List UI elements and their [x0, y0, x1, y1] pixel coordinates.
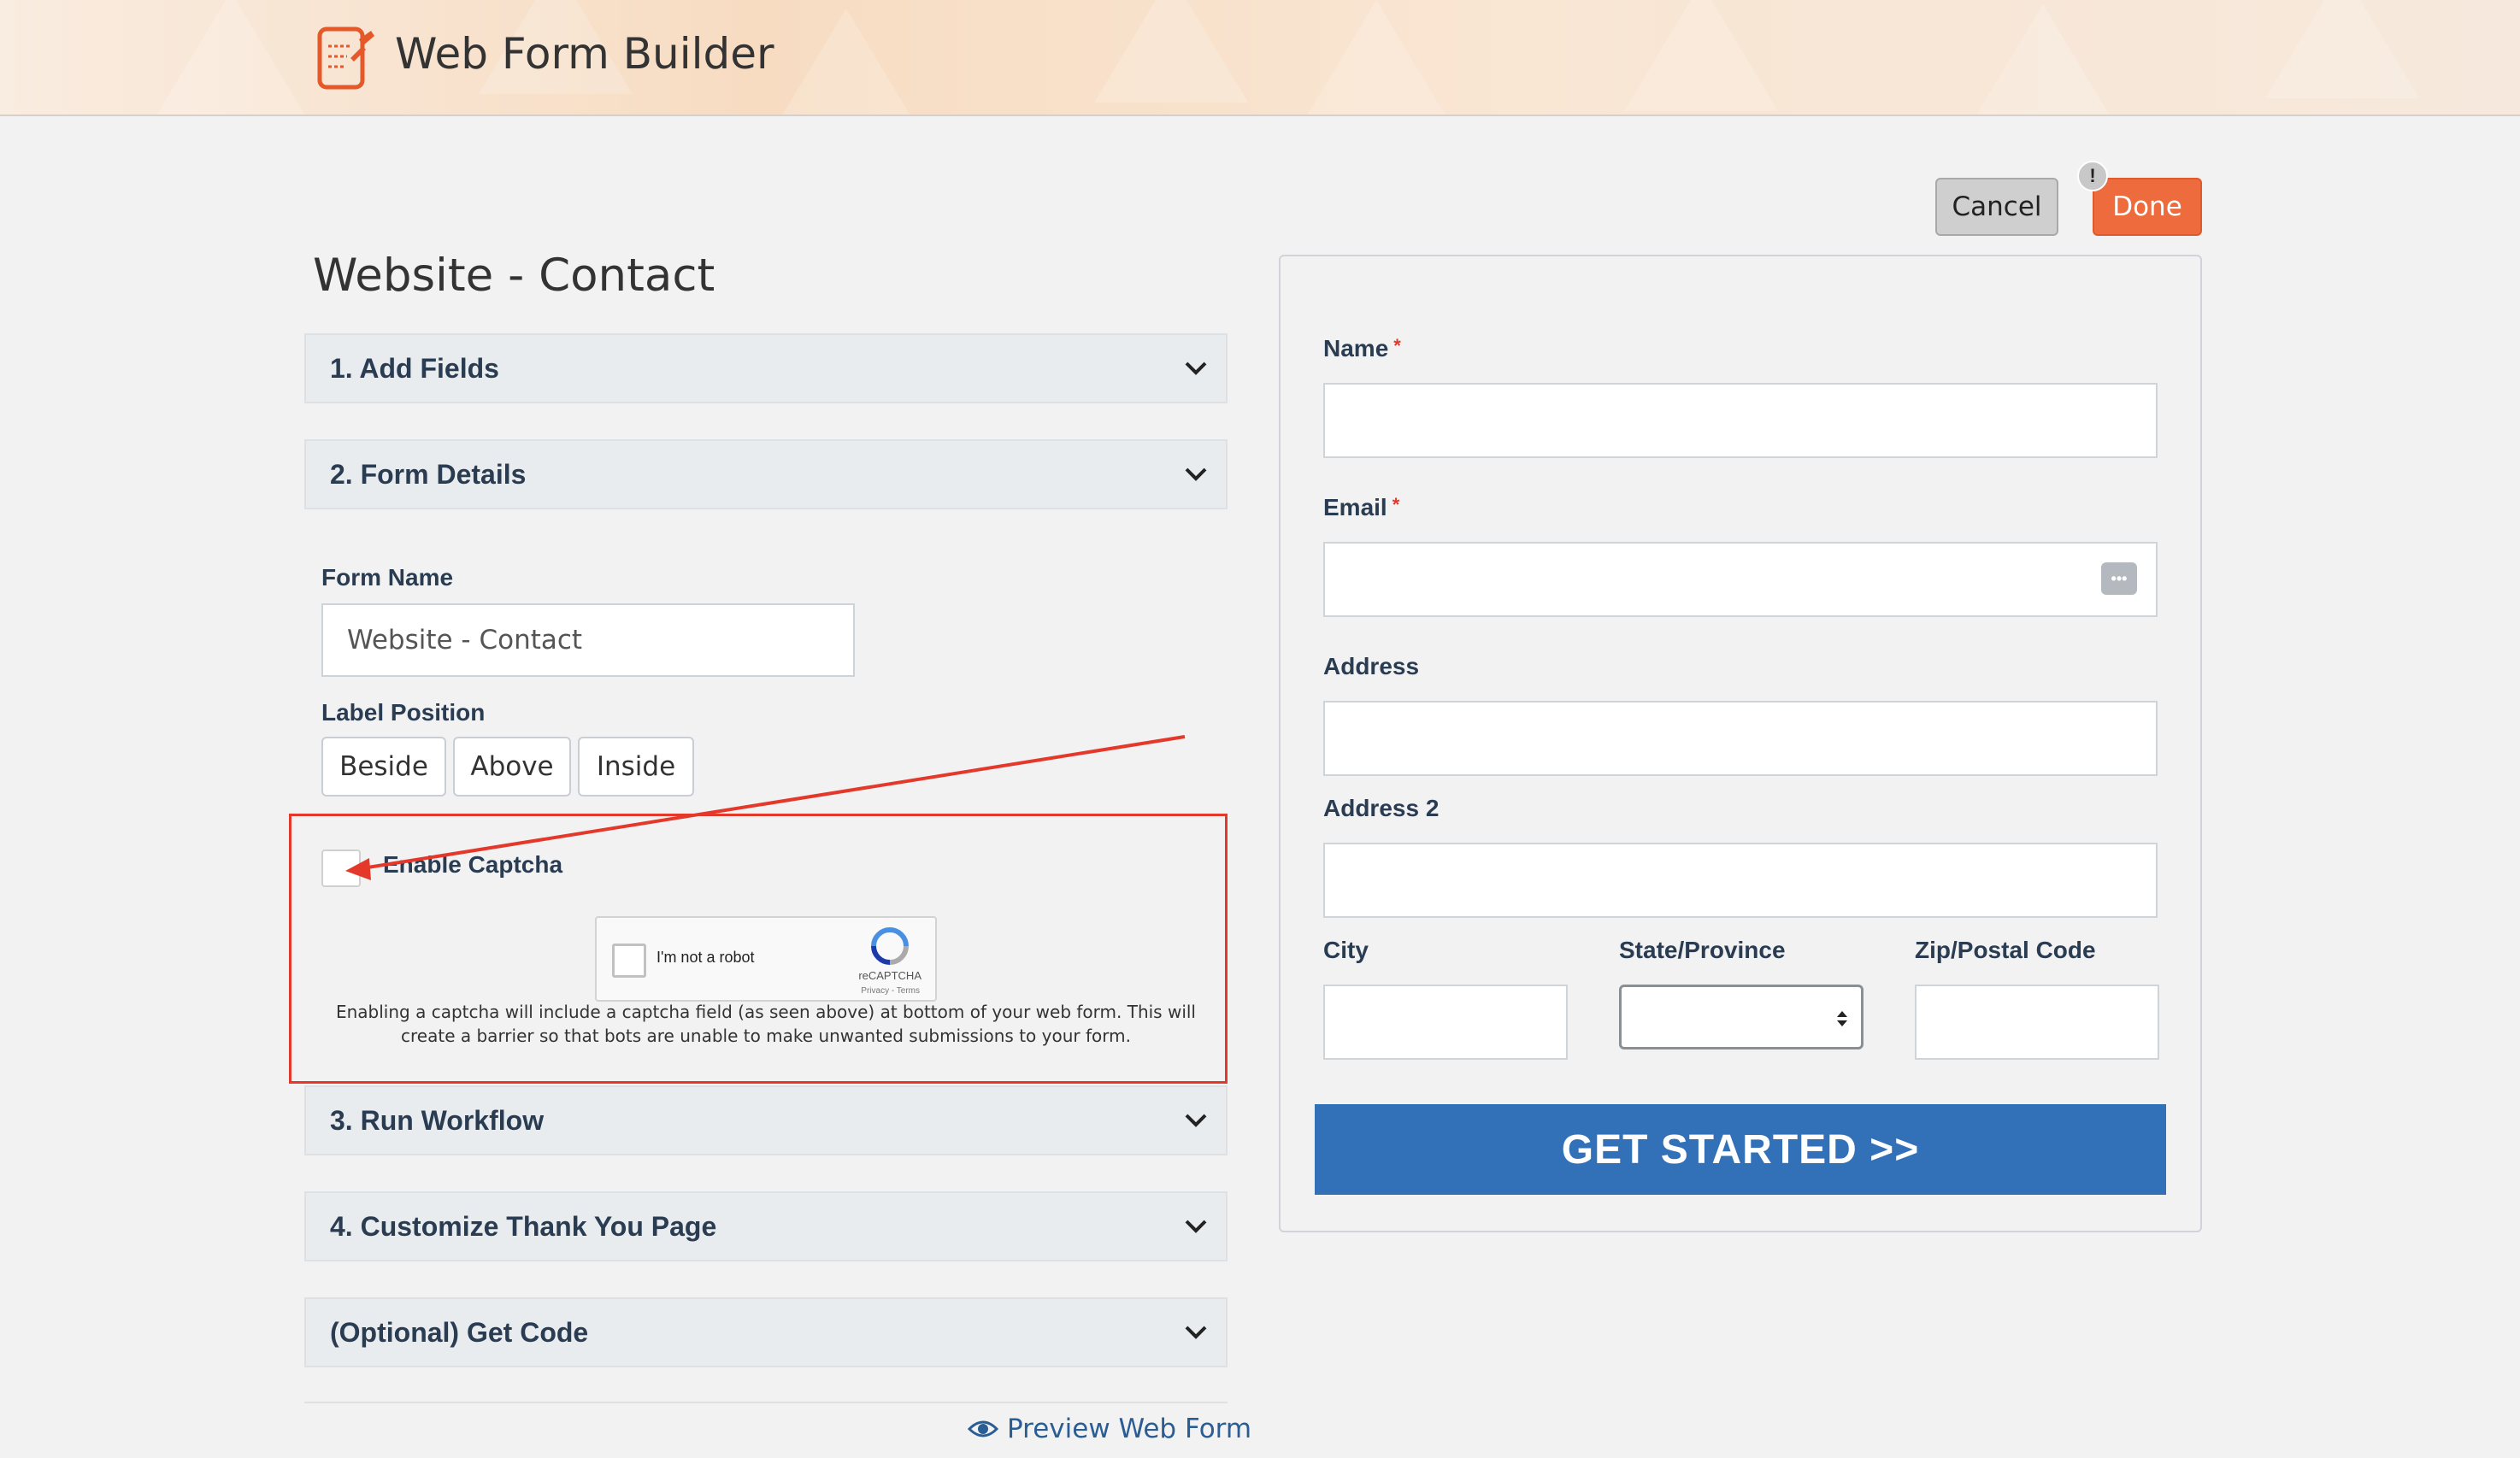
email-label-text: Email [1323, 494, 1387, 520]
label-position-above-button[interactable]: Above [453, 737, 571, 797]
eye-icon [968, 1420, 998, 1437]
recaptcha-widget: I'm not a robot reCAPTCHA Privacy - Term… [595, 916, 937, 1002]
recaptcha-checkbox[interactable] [612, 944, 646, 978]
city-field-label: City [1323, 937, 1369, 963]
label-position-label: Label Position [321, 699, 486, 726]
recaptcha-brand: reCAPTCHA [858, 969, 921, 982]
section-label: 3. Run Workflow [330, 1104, 545, 1136]
enable-captcha-checkbox[interactable] [321, 850, 361, 887]
required-marker: * [1393, 335, 1401, 356]
address-input[interactable] [1323, 701, 2158, 776]
enable-captcha-label: Enable Captcha [383, 851, 563, 878]
recaptcha-logo-icon [871, 927, 909, 965]
section-form-details[interactable]: 2. Form Details [304, 439, 1228, 509]
section-label: 1. Add Fields [330, 352, 499, 384]
email-field-label: Email * [1323, 494, 1399, 521]
preview-web-form-link[interactable]: Preview Web Form [968, 1414, 1251, 1444]
chevron-down-icon [1185, 362, 1207, 375]
form-builder-icon [317, 26, 374, 90]
recaptcha-terms-link[interactable]: Privacy - Terms [861, 986, 920, 996]
section-label: 2. Form Details [330, 458, 527, 490]
address2-field-label: Address 2 [1323, 795, 1440, 821]
page-title: Website - Contact [313, 250, 715, 302]
name-field-label: Name * [1323, 335, 1401, 362]
name-label-text: Name [1323, 335, 1389, 362]
preview-link-label: Preview Web Form [1007, 1414, 1252, 1444]
form-name-input[interactable]: Website - Contact [321, 603, 855, 677]
top-bar: Web Form Builder [0, 0, 2520, 116]
select-arrows-icon [1837, 1011, 1847, 1026]
chevron-down-icon [1185, 1114, 1207, 1127]
address-field-label: Address [1323, 653, 1420, 679]
section-add-fields[interactable]: 1. Add Fields [304, 333, 1228, 403]
cancel-button[interactable]: Cancel [1935, 178, 2058, 236]
alert-badge: ! [2077, 161, 2108, 191]
captcha-description: Enabling a captcha will include a captch… [335, 1002, 1196, 1046]
chevron-down-icon [1185, 467, 1207, 481]
city-input[interactable] [1323, 985, 1568, 1060]
state-select[interactable] [1619, 985, 1864, 1049]
name-input[interactable] [1323, 383, 2158, 458]
done-button[interactable]: Done [2093, 178, 2202, 236]
label-position-beside-button[interactable]: Beside [321, 737, 446, 797]
section-get-code[interactable]: (Optional) Get Code [304, 1297, 1228, 1367]
section-label: (Optional) Get Code [330, 1316, 589, 1348]
get-started-button[interactable]: GET STARTED >> [1315, 1104, 2166, 1195]
zip-field-label: Zip/Postal Code [1915, 937, 2096, 963]
divider [304, 1402, 1228, 1403]
address2-input[interactable] [1323, 843, 2158, 918]
chevron-down-icon [1185, 1326, 1207, 1339]
section-label: 4. Customize Thank You Page [330, 1210, 717, 1242]
section-thank-you-page[interactable]: 4. Customize Thank You Page [304, 1191, 1228, 1261]
section-run-workflow[interactable]: 3. Run Workflow [304, 1085, 1228, 1155]
chevron-down-icon [1185, 1220, 1207, 1233]
label-position-inside-button[interactable]: Inside [578, 737, 694, 797]
app-title: Web Form Builder [395, 29, 774, 79]
required-marker: * [1392, 494, 1400, 515]
email-input[interactable]: ••• [1323, 542, 2158, 617]
zip-input[interactable] [1915, 985, 2159, 1060]
state-field-label: State/Province [1619, 937, 1786, 963]
password-manager-icon[interactable]: ••• [2101, 562, 2137, 595]
form-name-label: Form Name [321, 564, 454, 591]
recaptcha-text: I'm not a robot [656, 949, 755, 966]
